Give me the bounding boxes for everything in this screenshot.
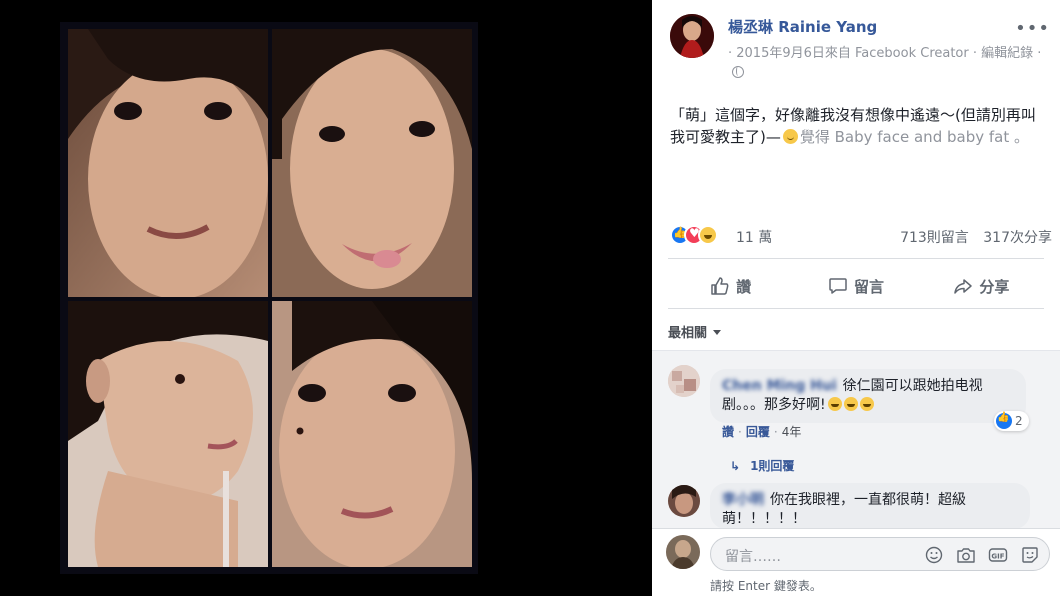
commenter-avatar[interactable] <box>668 365 700 397</box>
share-count[interactable]: 317次分享 <box>983 230 1052 246</box>
composer-tools: GIF <box>923 544 1041 566</box>
comments-list: Chen Ming Hui徐仁園可以跟她拍电视剧。。。那多好啊! 2 讚·回覆·… <box>652 350 1060 529</box>
svg-text:GIF: GIF <box>991 553 1004 561</box>
replies-count: 1則回覆 <box>750 459 795 473</box>
laugh-emoji-icon <box>859 397 874 411</box>
divider <box>668 258 1044 259</box>
post-body: 「萌」這個字，好像離我沒有想像中遙遠～(但請別再叫我可愛教主了)— 覺得 Baby… <box>670 104 1044 148</box>
caret-down-icon <box>713 330 722 335</box>
comment-age[interactable]: 4年 <box>782 425 802 439</box>
sort-label: 最相關 <box>668 326 708 341</box>
comment-like-number: 2 <box>1015 414 1023 428</box>
post-panel: 楊丞琳 Rainie Yang · 2015年9月6日來自 Facebook C… <box>652 0 1060 596</box>
gif-icon[interactable]: GIF <box>987 544 1009 566</box>
sticker-icon[interactable] <box>1019 544 1041 566</box>
comment-sort-dropdown[interactable]: 最相關 <box>668 322 722 341</box>
reply-arrow-icon: ↳ <box>730 459 741 473</box>
comment-bubble: 李小明 你在我眼裡，一直都很萌！超級萌！！！！！ <box>710 483 1030 529</box>
photo-tile-3 <box>68 301 268 567</box>
comment-meta: 讚 · 回覆 · 4年 <box>722 425 802 439</box>
user-avatar[interactable] <box>666 535 700 569</box>
emoji-icon[interactable] <box>923 544 945 566</box>
thumbs-up-icon <box>711 277 729 295</box>
haha-reaction-icon <box>698 225 718 245</box>
post-actions: 讚 留言 分享 <box>668 266 1044 306</box>
more-options-icon[interactable]: ••• <box>1015 18 1050 39</box>
photo-tile-1 <box>68 29 268 297</box>
share-button[interactable]: 分享 <box>919 266 1044 306</box>
like-label: 讚 <box>736 277 752 296</box>
post-header: 楊丞琳 Rainie Yang · 2015年9月6日來自 Facebook C… <box>670 14 1050 86</box>
photo-tile-4 <box>272 301 472 567</box>
post-meta: · 2015年9月6日來自 Facebook Creator · 編輯紀錄 · <box>728 44 1046 84</box>
view-replies-link[interactable]: ↳ 1則回覆 <box>730 457 794 474</box>
camera-icon[interactable] <box>955 544 977 566</box>
comment-share-counts: 713則留言 317次分享 <box>900 227 1052 247</box>
comment-composer: 留言…… GIF 請按 Enter 鍵發表。 <box>652 528 1060 596</box>
commenter-name[interactable]: 李小明 <box>722 492 764 508</box>
comment-like-link[interactable]: 讚 <box>722 425 734 439</box>
comment-bubble: Chen Ming Hui 徐仁園可以跟她拍电视剧。。。那多好啊! <box>710 369 1026 423</box>
like-reaction-icon <box>996 412 1012 429</box>
smile-emoji-icon <box>782 129 798 144</box>
photo-viewer <box>0 0 652 596</box>
post-meta-text[interactable]: · 2015年9月6日來自 Facebook Creator · 編輯紀錄 · <box>728 46 1041 61</box>
comment-count[interactable]: 713則留言 <box>900 230 969 246</box>
enter-hint: 請按 Enter 鍵發表。 <box>710 579 822 593</box>
page-name-link[interactable]: 楊丞琳 Rainie Yang <box>728 16 877 37</box>
page-avatar[interactable] <box>670 14 714 58</box>
commenter-avatar[interactable] <box>668 485 700 517</box>
reaction-count[interactable]: 11 萬 <box>736 227 772 247</box>
comment-bubble-icon <box>829 278 847 294</box>
comment-like-count[interactable]: 2 <box>994 411 1029 431</box>
comment-input[interactable]: 留言…… GIF <box>710 537 1050 571</box>
commenter-name[interactable]: Chen Ming Hui <box>722 378 837 394</box>
comment-label: 留言 <box>853 277 884 296</box>
share-label: 分享 <box>979 277 1010 296</box>
comment-reply-link[interactable]: 回覆 <box>746 425 770 439</box>
divider <box>668 308 1044 309</box>
share-arrow-icon <box>954 279 973 294</box>
photo-collage[interactable] <box>60 22 478 574</box>
comment-button[interactable]: 留言 <box>793 266 918 306</box>
laugh-emoji-icon <box>843 397 858 411</box>
laugh-emoji-icon <box>827 397 842 411</box>
like-button[interactable]: 讚 <box>668 266 793 306</box>
post-body-tail: 覺得 Baby face and baby fat 。 <box>799 128 1029 146</box>
comment-placeholder: 留言…… <box>725 549 781 565</box>
globe-icon <box>732 66 744 78</box>
reactions-bar: 11 萬 713則留言 317次分享 <box>670 224 1052 248</box>
photo-tile-2 <box>272 29 472 297</box>
